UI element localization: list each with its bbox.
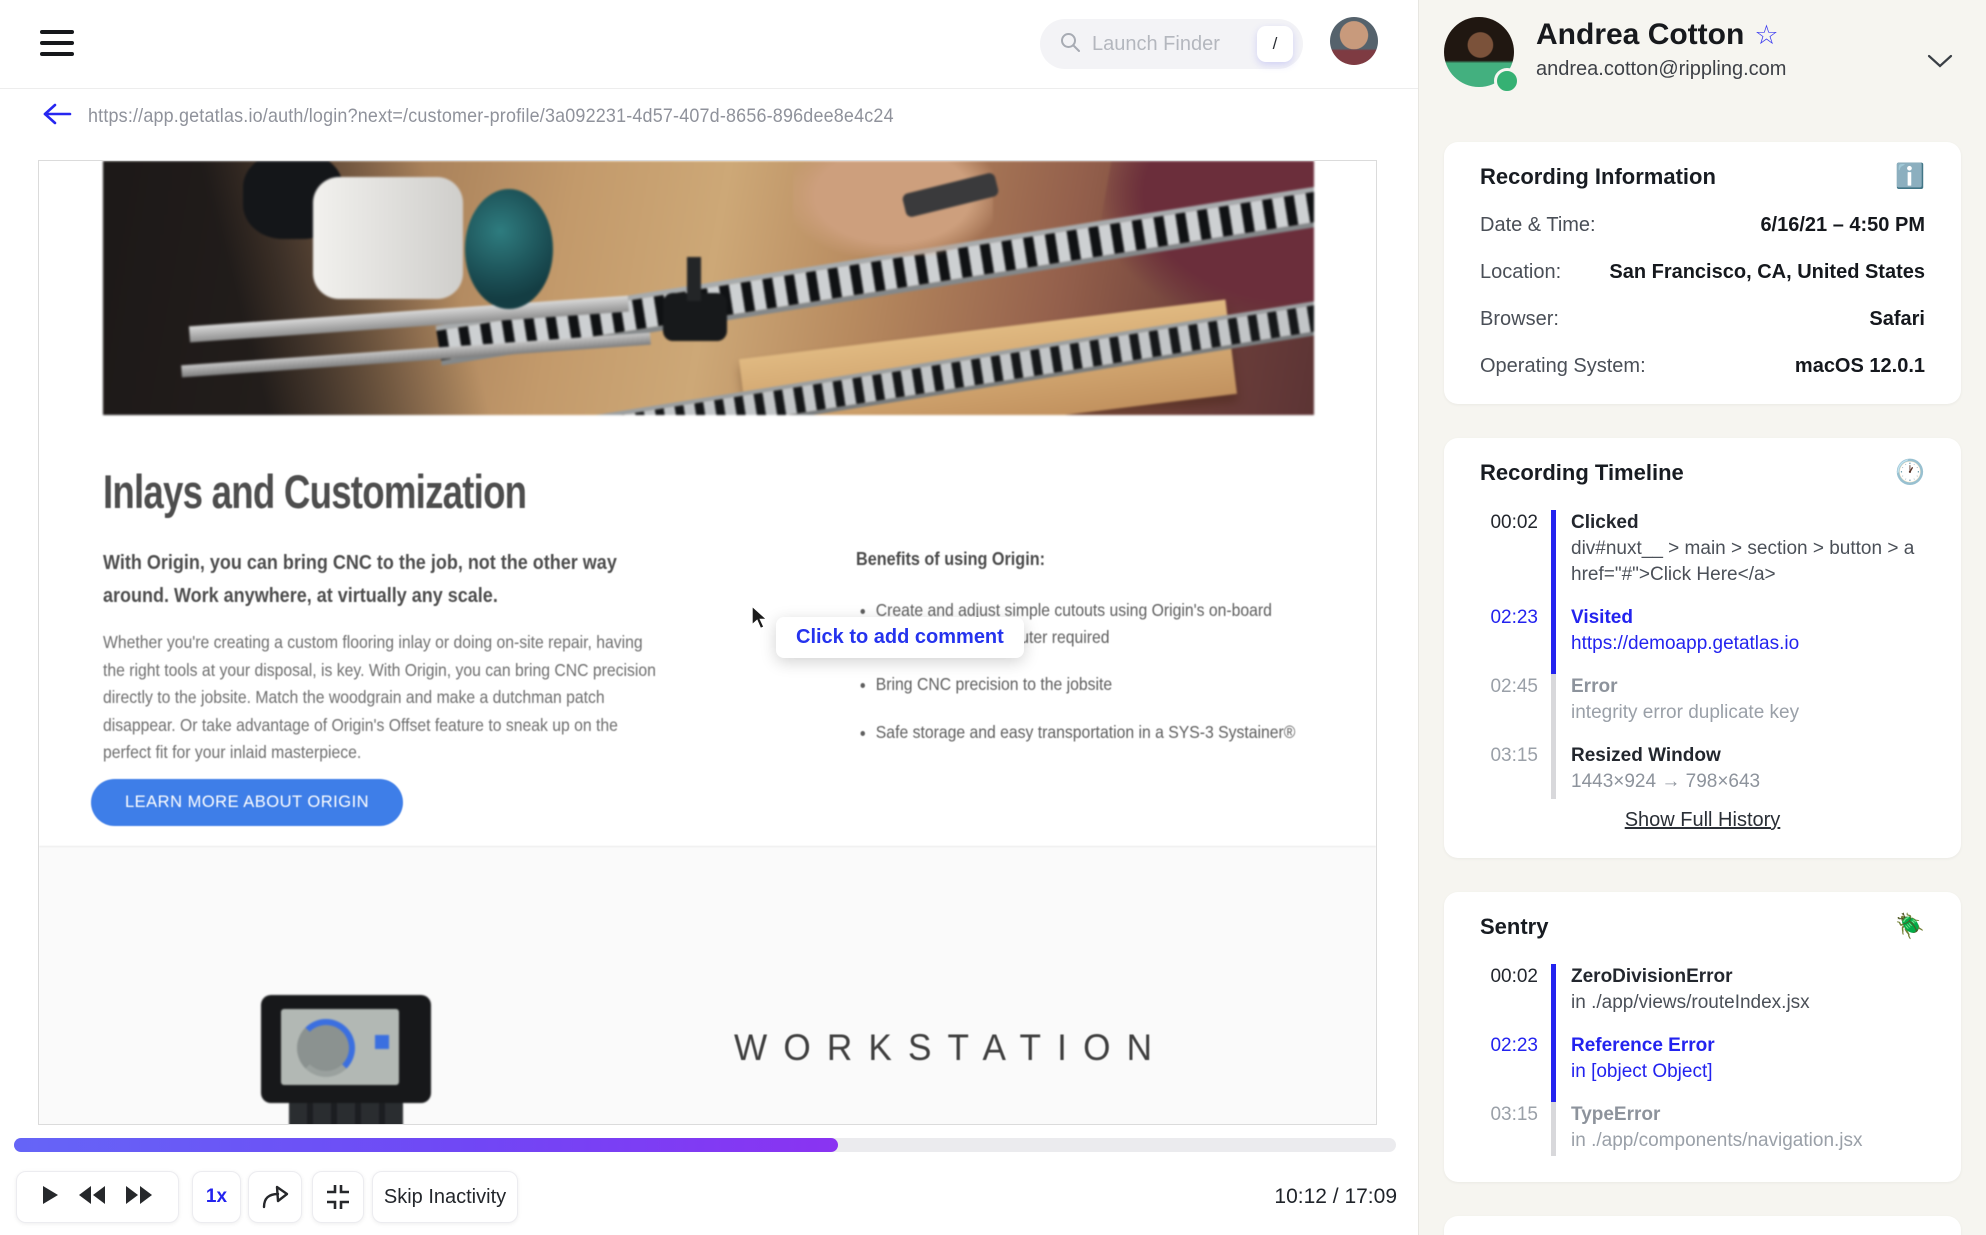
share-button[interactable] [248, 1171, 302, 1223]
resize-view-button[interactable] [312, 1171, 364, 1223]
top-bar: / [0, 0, 1418, 89]
recorded-page-url: https://app.getatlas.io/auth/login?next=… [88, 105, 894, 127]
timeline-event[interactable]: 03:15 Resized Window 1443×924 → 798×643 [1480, 743, 1925, 799]
sentry-event[interactable]: 03:15 TypeError in ./app/components/navig… [1480, 1102, 1925, 1156]
sentry-event[interactable]: 00:02 ZeroDivisionError in ./app/views/ro… [1480, 964, 1925, 1033]
session-user-name: Andrea Cotton ☆ [1536, 18, 1779, 51]
info-row-date-time: Date & Time: 6/16/21 – 4:50 PM [1480, 214, 1925, 236]
info-row-browser: Browser: Safari [1480, 308, 1925, 330]
transport-controls [16, 1171, 179, 1223]
learn-more-button: LEARN MORE ABOUT ORIGIN [91, 779, 404, 826]
rewind-button[interactable] [77, 1185, 107, 1210]
replay-stage[interactable]: Inlays and Customization With Origin, yo… [38, 160, 1377, 1125]
search-input[interactable] [1090, 31, 1234, 57]
info-row-location: Location: San Francisco, CA, United Stat… [1480, 261, 1925, 283]
details-sidebar: Andrea Cotton ☆ andrea.cotton@rippling.co… [1418, 0, 1986, 1235]
player-column: / https://app.getatlas.io/auth/login?nex… [0, 0, 1418, 1235]
playback-progress-bar[interactable] [14, 1138, 1396, 1152]
panel-title: Recording Information [1480, 164, 1716, 189]
panel-title: Recording Timeline [1480, 460, 1684, 485]
back-arrow-icon[interactable] [42, 102, 72, 131]
progress-fill [14, 1138, 838, 1152]
origin-device-image [261, 995, 431, 1124]
playback-time-display: 10:12 / 17:09 [1274, 1185, 1397, 1208]
benefits-title: Benefits of using Origin: [856, 549, 1045, 569]
session-user-header: Andrea Cotton ☆ andrea.cotton@rippling.co… [1444, 16, 1961, 108]
fast-forward-button[interactable] [124, 1185, 154, 1210]
search-icon [1060, 32, 1080, 57]
session-replay-app: / https://app.getatlas.io/auth/login?nex… [0, 0, 1986, 1235]
timeline-event[interactable]: 02:45 Error integrity error duplicate key [1480, 674, 1925, 743]
recorded-page-body: Whether you're creating a custom floorin… [103, 632, 656, 762]
workstation-section: WORKSTATION [39, 846, 1376, 1124]
hamburger-menu-icon[interactable] [40, 30, 76, 58]
visited-url-link[interactable]: https://demoapp.getatlas.io [1571, 631, 1799, 657]
favorite-star-icon[interactable]: ☆ [1754, 20, 1778, 50]
launch-finder-search[interactable]: / [1040, 19, 1303, 69]
woodworking-hero-image [103, 161, 1314, 415]
sentry-panel: Sentry 🪲 00:02 ZeroDivisionError in ./app… [1444, 892, 1961, 1182]
workstation-wordmark: WORKSTATION [734, 1027, 1169, 1068]
benefit-item: Safe storage and easy transportation in … [876, 719, 1335, 746]
show-full-history-link[interactable]: Show Full History [1480, 809, 1925, 832]
recorded-page-intro: With Origin, you can bring CNC to the jo… [103, 552, 617, 607]
sentry-event[interactable]: 02:23 Reference Error in [object Object] [1480, 1033, 1925, 1102]
current-user-avatar[interactable] [1330, 17, 1378, 65]
clock-icon: 🕐 [1895, 459, 1925, 486]
bug-icon: 🪲 [1895, 913, 1925, 940]
recording-information-panel: Recording Information ℹ️ Date & Time: 6/… [1444, 142, 1961, 404]
online-status-dot [1494, 68, 1520, 94]
info-row-os: Operating System: macOS 12.0.1 [1480, 355, 1925, 377]
console-panel: Console 🤖 [1444, 1216, 1961, 1235]
player-controls: 1x Skip Inactivity 10:12 / 17:09 [16, 1171, 1397, 1223]
recording-timeline-panel: Recording Timeline 🕐 00:02 Clicked div#nu… [1444, 438, 1961, 858]
playback-speed-button[interactable]: 1x [192, 1171, 241, 1223]
info-icon: ℹ️ [1895, 163, 1925, 190]
timeline-event[interactable]: 00:02 Clicked div#nuxt__ > main > section… [1480, 510, 1925, 605]
recorded-page-heading: Inlays and Customization [103, 465, 527, 518]
add-comment-tooltip[interactable]: Click to add comment [776, 617, 1024, 658]
benefit-item: Bring CNC precision to the jobsite [876, 671, 1335, 698]
slash-shortcut-key: / [1257, 26, 1293, 62]
chevron-down-icon[interactable] [1927, 54, 1953, 73]
play-button[interactable] [41, 1185, 59, 1210]
skip-inactivity-button[interactable]: Skip Inactivity [372, 1171, 518, 1223]
timeline-event[interactable]: 02:23 Visited https://demoapp.getatlas.io [1480, 605, 1925, 674]
mouse-cursor-icon [751, 604, 773, 636]
panel-title: Sentry [1480, 914, 1549, 939]
recording-url-bar: https://app.getatlas.io/auth/login?next=… [42, 102, 964, 131]
session-user-email: andrea.cotton@rippling.com [1536, 58, 1787, 80]
